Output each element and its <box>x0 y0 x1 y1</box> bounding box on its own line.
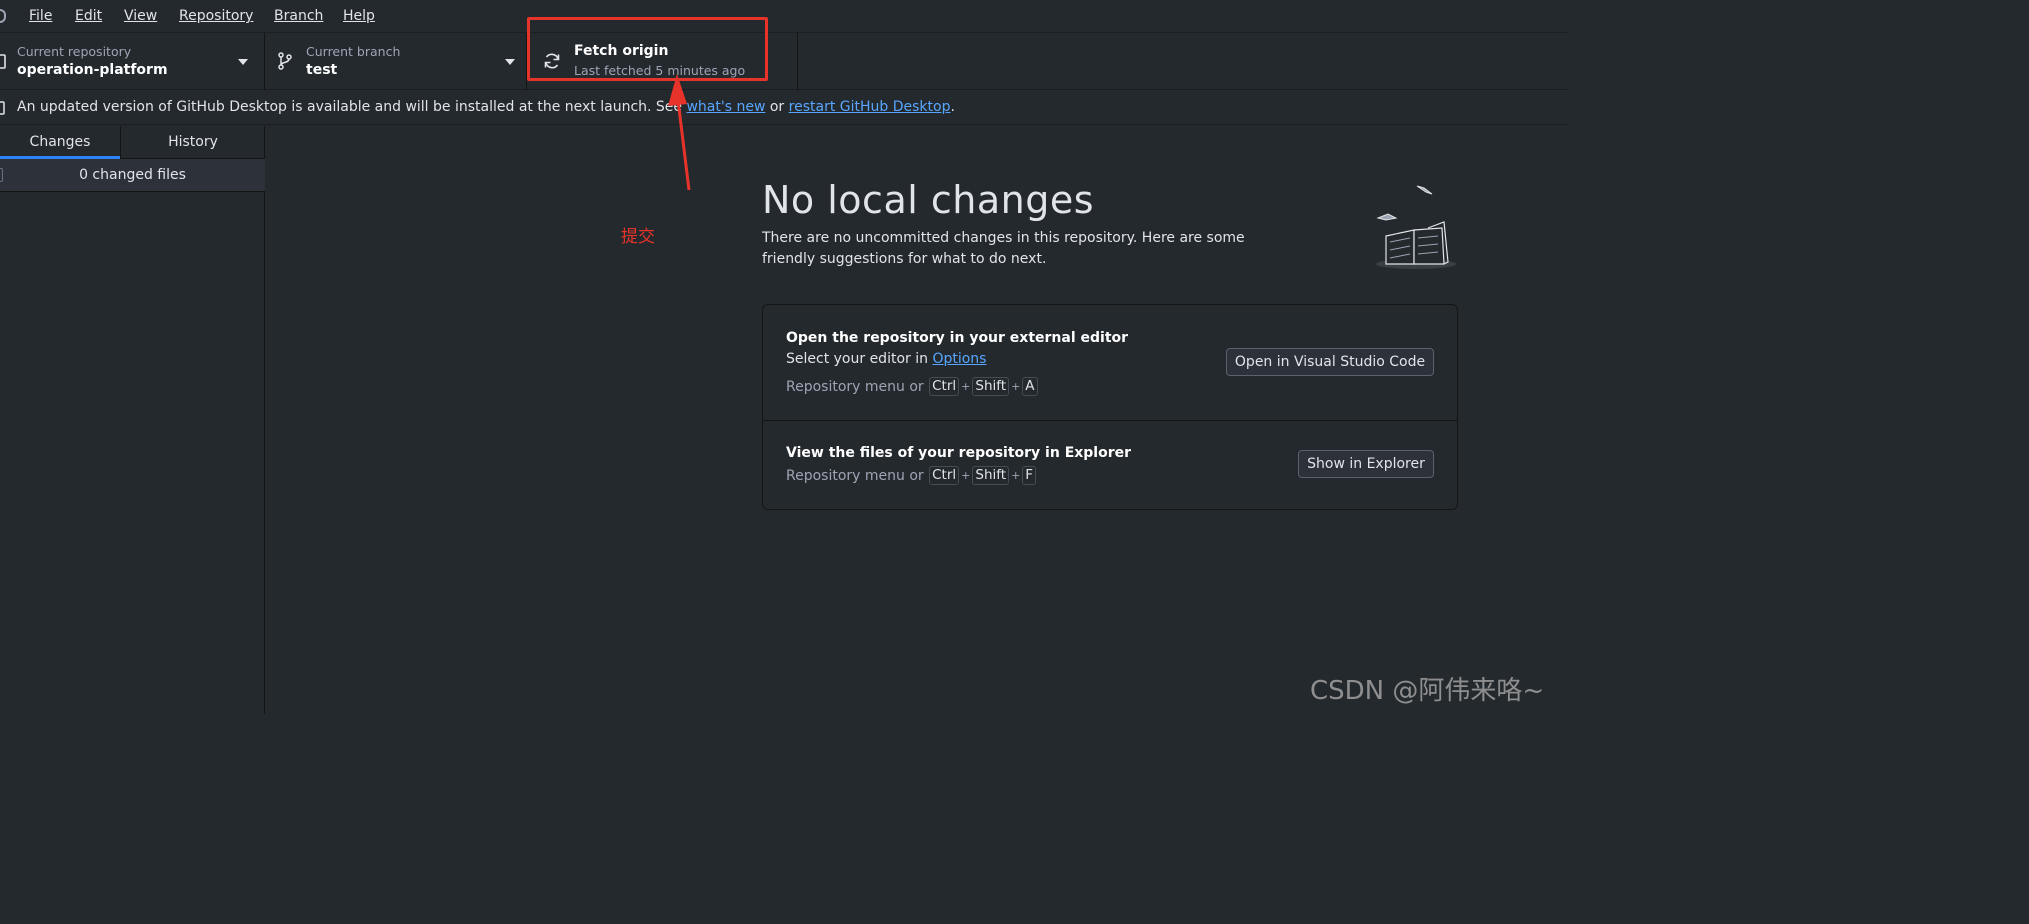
kbd-shift: Shift <box>972 466 1010 485</box>
current-repository-label: Current repository <box>17 44 132 59</box>
main-panel: No local changes There are no uncommitte… <box>266 126 1568 714</box>
shortcut-prefix: Repository menu or <box>786 378 924 395</box>
editor-suggestion: Open the repository in your external edi… <box>763 305 1457 421</box>
editor-desc-text: Select your editor in <box>786 351 933 367</box>
toolbar: Current repository operation-platform Cu… <box>0 33 1568 90</box>
kbd-a: A <box>1022 377 1038 396</box>
plus-sign: + <box>1011 380 1021 393</box>
menu-file[interactable]: File <box>29 8 52 24</box>
menu-view[interactable]: View <box>124 8 157 24</box>
plus-sign: + <box>961 380 971 393</box>
info-icon <box>0 101 5 115</box>
plus-sign: + <box>1011 469 1021 482</box>
menu-bar: File Edit View Repository Branch Help <box>0 0 1568 33</box>
update-banner: An updated version of GitHub Desktop is … <box>0 91 1568 125</box>
banner-text-before: An updated version of GitHub Desktop is … <box>17 99 687 115</box>
editor-suggestion-desc: Select your editor in Options <box>786 351 986 367</box>
open-in-editor-button[interactable]: Open in Visual Studio Code <box>1226 348 1434 376</box>
kbd-shift: Shift <box>972 377 1010 396</box>
repository-icon <box>0 54 6 69</box>
menu-edit[interactable]: Edit <box>75 8 102 24</box>
banner-text-middle: or <box>765 99 789 115</box>
current-branch-value: test <box>306 62 338 78</box>
editor-shortcut: Repository menu or Ctrl + Shift + A <box>786 377 1039 396</box>
changed-files-header[interactable]: 0 changed files <box>0 159 265 192</box>
sidebar: Changes History 0 changed files <box>0 126 265 714</box>
menu-branch[interactable]: Branch <box>274 8 323 24</box>
tab-changes[interactable]: Changes <box>0 126 120 159</box>
chevron-down-icon <box>505 59 515 65</box>
banner-text-after: . <box>950 99 955 115</box>
menu-help[interactable]: Help <box>343 8 375 24</box>
options-link[interactable]: Options <box>932 351 986 367</box>
menu-repository[interactable]: Repository <box>179 8 253 24</box>
select-all-checkbox[interactable] <box>0 168 3 182</box>
watermark: CSDN @阿伟来咯~ <box>1310 676 1545 706</box>
changed-files-count: 0 changed files <box>79 167 186 183</box>
no-changes-illustration <box>1376 185 1456 269</box>
explorer-suggestion: View the files of your repository in Exp… <box>763 421 1457 509</box>
sidebar-tabs: Changes History <box>0 126 265 159</box>
annotation-label: 提交 <box>621 227 655 247</box>
explorer-shortcut: Repository menu or Ctrl + Shift + F <box>786 466 1037 485</box>
current-branch-button[interactable]: Current branch test <box>265 33 527 90</box>
current-repository-value: operation-platform <box>17 62 168 78</box>
update-banner-text: An updated version of GitHub Desktop is … <box>17 99 955 115</box>
annotation-highlight-box <box>527 17 768 81</box>
shortcut-prefix: Repository menu or <box>786 467 924 484</box>
page-title: No local changes <box>762 178 1095 222</box>
explorer-suggestion-title: View the files of your repository in Exp… <box>786 445 1132 461</box>
current-branch-label: Current branch <box>306 44 401 59</box>
current-repository-button[interactable]: Current repository operation-platform <box>0 33 265 90</box>
kbd-ctrl: Ctrl <box>929 466 960 485</box>
tab-history[interactable]: History <box>120 126 265 159</box>
app-icon <box>0 9 6 23</box>
page-subtitle: There are no uncommitted changes in this… <box>762 230 1245 267</box>
editor-suggestion-title: Open the repository in your external edi… <box>786 330 1129 346</box>
show-in-explorer-button[interactable]: Show in Explorer <box>1298 450 1434 478</box>
suggestions-card: Open the repository in your external edi… <box>762 304 1458 510</box>
restart-link[interactable]: restart GitHub Desktop <box>789 99 951 115</box>
kbd-f: F <box>1022 466 1037 485</box>
kbd-ctrl: Ctrl <box>929 377 960 396</box>
branch-icon <box>278 52 292 70</box>
annotation-arrow <box>668 74 691 191</box>
plus-sign: + <box>961 469 971 482</box>
chevron-down-icon <box>238 59 248 65</box>
